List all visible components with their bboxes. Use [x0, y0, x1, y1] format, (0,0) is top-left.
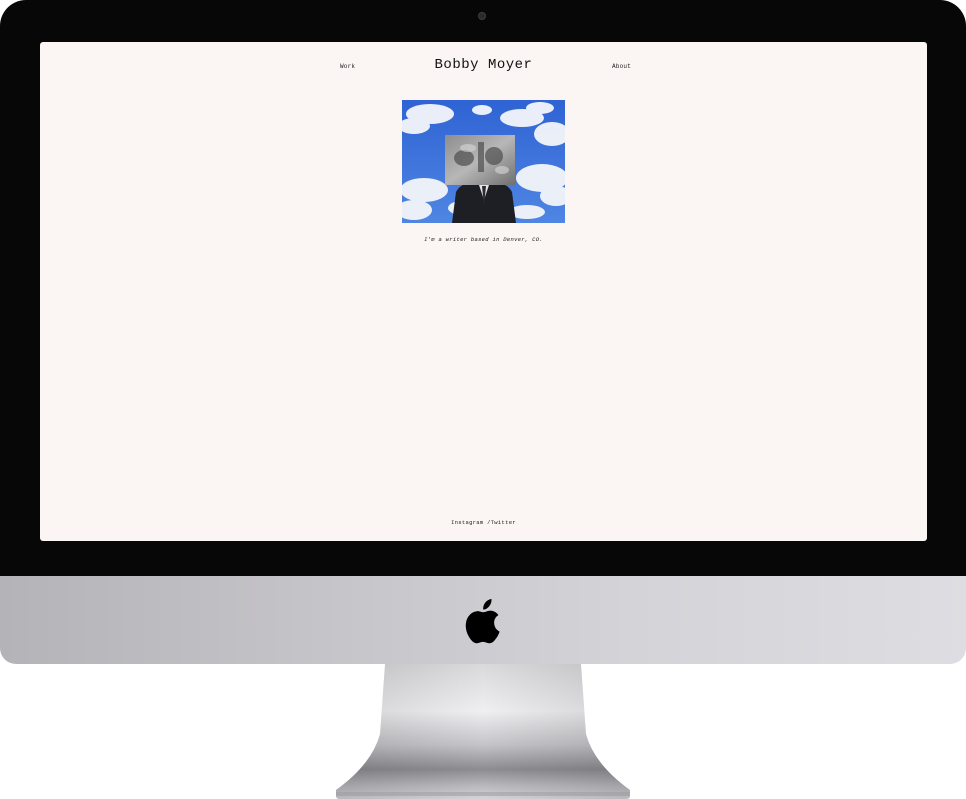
- imac-mockup: Bobby Moyer Work About I'm a writer base…: [0, 0, 966, 799]
- camera-icon: [478, 12, 486, 20]
- tagline: I'm a writer based in Denver, CO.: [424, 236, 543, 243]
- website-screen: Bobby Moyer Work About I'm a writer base…: [40, 42, 927, 541]
- social-links: Instagram /Twitter: [40, 519, 927, 526]
- twitter-link[interactable]: Twitter: [491, 519, 516, 526]
- nav-work-link[interactable]: Work: [340, 63, 355, 70]
- apple-logo-icon: [465, 599, 500, 644]
- hero-image: [402, 100, 565, 223]
- site-title[interactable]: Bobby Moyer: [40, 57, 927, 73]
- monitor-stand: [336, 664, 630, 799]
- nav-about-link[interactable]: About: [612, 63, 631, 70]
- instagram-link[interactable]: Instagram: [451, 519, 483, 526]
- footer-separator: /: [483, 519, 491, 526]
